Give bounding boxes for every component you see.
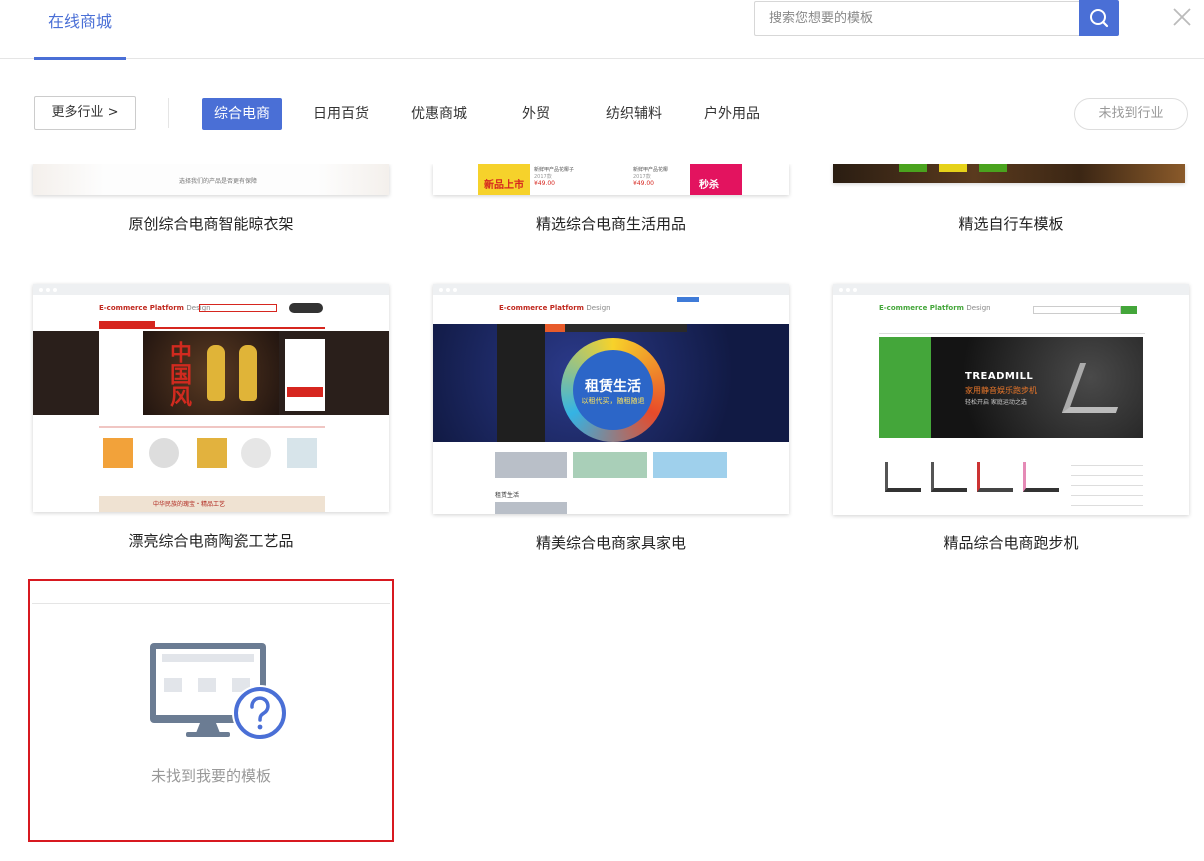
close-icon bbox=[1173, 8, 1191, 26]
template-title: 原创综合电商智能晾衣架 bbox=[128, 215, 294, 233]
industry-not-found-button[interactable]: 未找到行业 bbox=[1074, 98, 1188, 130]
template-card-clothes-rack[interactable]: 选择我们的产品是否更有保障 原创综合电商智能晾衣架 bbox=[33, 164, 389, 244]
template-title: 精选自行车模板 bbox=[958, 215, 1064, 233]
tab-online-mall-label: 在线商城 bbox=[48, 12, 113, 31]
top-bar: 在线商城 bbox=[0, 0, 1204, 60]
template-grid: 选择我们的产品是否更有保障 原创综合电商智能晾衣架 新品上市 新鲜甲产品花椰子 … bbox=[0, 164, 1204, 861]
tab-online-mall[interactable]: 在线商城 bbox=[34, 0, 126, 60]
template-title: 精选综合电商生活用品 bbox=[535, 215, 686, 233]
template-thumbnail: 新品上市 新鲜甲产品花椰子 2017款 ¥49.00 新鲜甲产品花椰 2017款… bbox=[433, 164, 789, 195]
category-textile[interactable]: 纺织辅料 bbox=[595, 98, 673, 130]
category-divider bbox=[168, 98, 169, 128]
template-thumbnail: E-commerce Platform Design 中国风 中华民族的瑰宝・精… bbox=[33, 284, 389, 512]
close-button[interactable] bbox=[1168, 3, 1196, 31]
template-card-furniture[interactable]: E-commerce Platform Design 租赁生活 以租代买，随租随… bbox=[433, 284, 789, 554]
template-not-found-label: 未找到我要的模板 bbox=[150, 767, 271, 785]
template-card-bicycle[interactable]: 精选自行车模板 bbox=[833, 164, 1185, 244]
hero-banner: TREADMILL 家用静音娱乐跑步机 轻松开启 家庭运动之选 bbox=[931, 337, 1143, 438]
search-icon bbox=[1090, 9, 1109, 28]
template-card-treadmill[interactable]: E-commerce Platform Design TREADMILL 家用静… bbox=[833, 284, 1189, 554]
search-box bbox=[754, 1, 1080, 36]
search-input[interactable] bbox=[755, 2, 1080, 35]
category-outdoor[interactable]: 户外用品 bbox=[693, 98, 771, 130]
category-daily-goods[interactable]: 日用百货 bbox=[302, 98, 380, 130]
thumb-caption: 选择我们的产品是否更有保障 bbox=[179, 178, 258, 185]
hero-banner: 租赁生活 以租代买，随租随退 bbox=[433, 324, 789, 442]
template-thumbnail bbox=[833, 164, 1185, 183]
template-card-ceramics[interactable]: E-commerce Platform Design 中国风 中华民族的瑰宝・精… bbox=[33, 284, 389, 554]
monitor-question-icon bbox=[150, 643, 288, 739]
template-thumbnail: E-commerce Platform Design TREADMILL 家用静… bbox=[833, 284, 1189, 515]
category-discount-mall[interactable]: 优惠商城 bbox=[400, 98, 478, 130]
template-picker-dialog: { "header": { "active_tab": "在线商城", "sea… bbox=[0, 0, 1204, 861]
template-thumbnail: 选择我们的产品是否更有保障 bbox=[33, 164, 389, 195]
template-title: 精美综合电商家具家电 bbox=[535, 534, 686, 552]
more-industries-button[interactable]: 更多行业 > bbox=[34, 96, 136, 130]
search-button[interactable] bbox=[1079, 0, 1119, 36]
template-title: 漂亮综合电商陶瓷工艺品 bbox=[128, 532, 294, 550]
template-thumbnail: E-commerce Platform Design 租赁生活 以租代买，随租随… bbox=[433, 284, 789, 514]
promo-new-arrival: 新品上市 bbox=[478, 164, 530, 195]
category-foreign-trade[interactable]: 外贸 bbox=[497, 98, 575, 130]
template-not-found-card[interactable]: 未找到我要的模板 bbox=[28, 579, 394, 842]
promo-flash-sale: 秒杀 bbox=[690, 164, 742, 195]
category-general-ecommerce[interactable]: 综合电商 bbox=[202, 98, 282, 130]
active-tab-indicator bbox=[34, 57, 126, 60]
template-title: 精品综合电商跑步机 bbox=[943, 534, 1079, 552]
template-card-daily-goods[interactable]: 新品上市 新鲜甲产品花椰子 2017款 ¥49.00 新鲜甲产品花椰 2017款… bbox=[433, 164, 789, 244]
hero-banner: 中国风 bbox=[33, 331, 389, 415]
